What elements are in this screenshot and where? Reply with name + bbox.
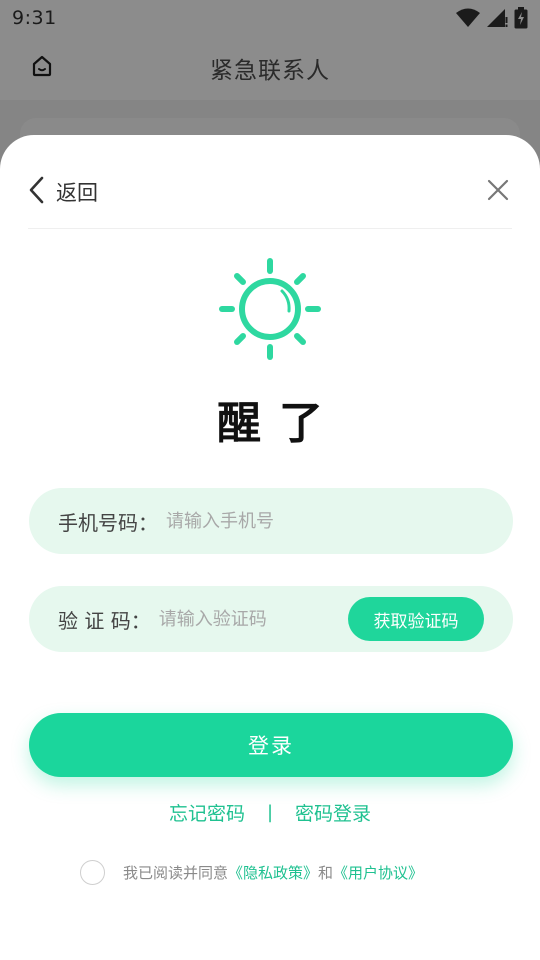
brand-title: 醒了	[217, 398, 341, 449]
page-title: 紧急联系人	[210, 58, 330, 84]
code-input[interactable]	[158, 608, 329, 630]
battery-icon	[514, 7, 528, 29]
close-icon	[487, 179, 509, 205]
sheet-header: 返回	[28, 155, 512, 229]
close-button[interactable]	[484, 178, 512, 206]
login-button[interactable]: 登录	[29, 713, 513, 777]
back-arrow-icon	[28, 176, 44, 208]
sun-logo-icon	[218, 257, 322, 361]
status-time: 9:31	[12, 7, 57, 29]
home-button[interactable]	[26, 52, 58, 84]
home-icon	[30, 54, 54, 82]
privacy-policy-link[interactable]: 《隐私政策》	[228, 864, 318, 882]
code-label: 验 证 码：	[58, 608, 151, 633]
wifi-icon	[456, 8, 480, 28]
status-icons	[456, 7, 528, 29]
phone-input[interactable]	[166, 510, 336, 532]
agreement-checkbox[interactable]	[80, 859, 105, 885]
agreement-prefix: 我已阅读并同意	[123, 863, 229, 882]
phone-field: 手机号码：	[29, 488, 513, 554]
app-header: 紧急联系人	[0, 36, 540, 100]
back-label: 返回	[56, 180, 98, 205]
code-field: 验 证 码： 获取验证码	[29, 586, 513, 652]
status-bar: 9:31	[0, 0, 540, 36]
link-separator: |	[266, 801, 274, 823]
agreement-conjunction: 和	[318, 863, 334, 882]
agreement-row: 我已阅读并同意《隐私政策》和《用户协议》	[80, 859, 423, 885]
forgot-password-link[interactable]: 忘记密码	[169, 799, 245, 826]
signal-icon	[486, 8, 508, 28]
password-login-link[interactable]: 密码登录	[295, 799, 371, 826]
get-code-button[interactable]: 获取验证码	[348, 597, 484, 641]
auth-links: 忘记密码 | 密码登录	[0, 797, 540, 827]
user-agreement-link[interactable]: 《用户协议》	[333, 864, 423, 882]
phone-label: 手机号码：	[58, 510, 158, 535]
agreement-text: 我已阅读并同意《隐私政策》和《用户协议》	[123, 862, 423, 883]
back-button[interactable]: 返回	[28, 176, 98, 208]
login-sheet: 返回 醒了 手机号码： 验 证	[0, 135, 540, 960]
